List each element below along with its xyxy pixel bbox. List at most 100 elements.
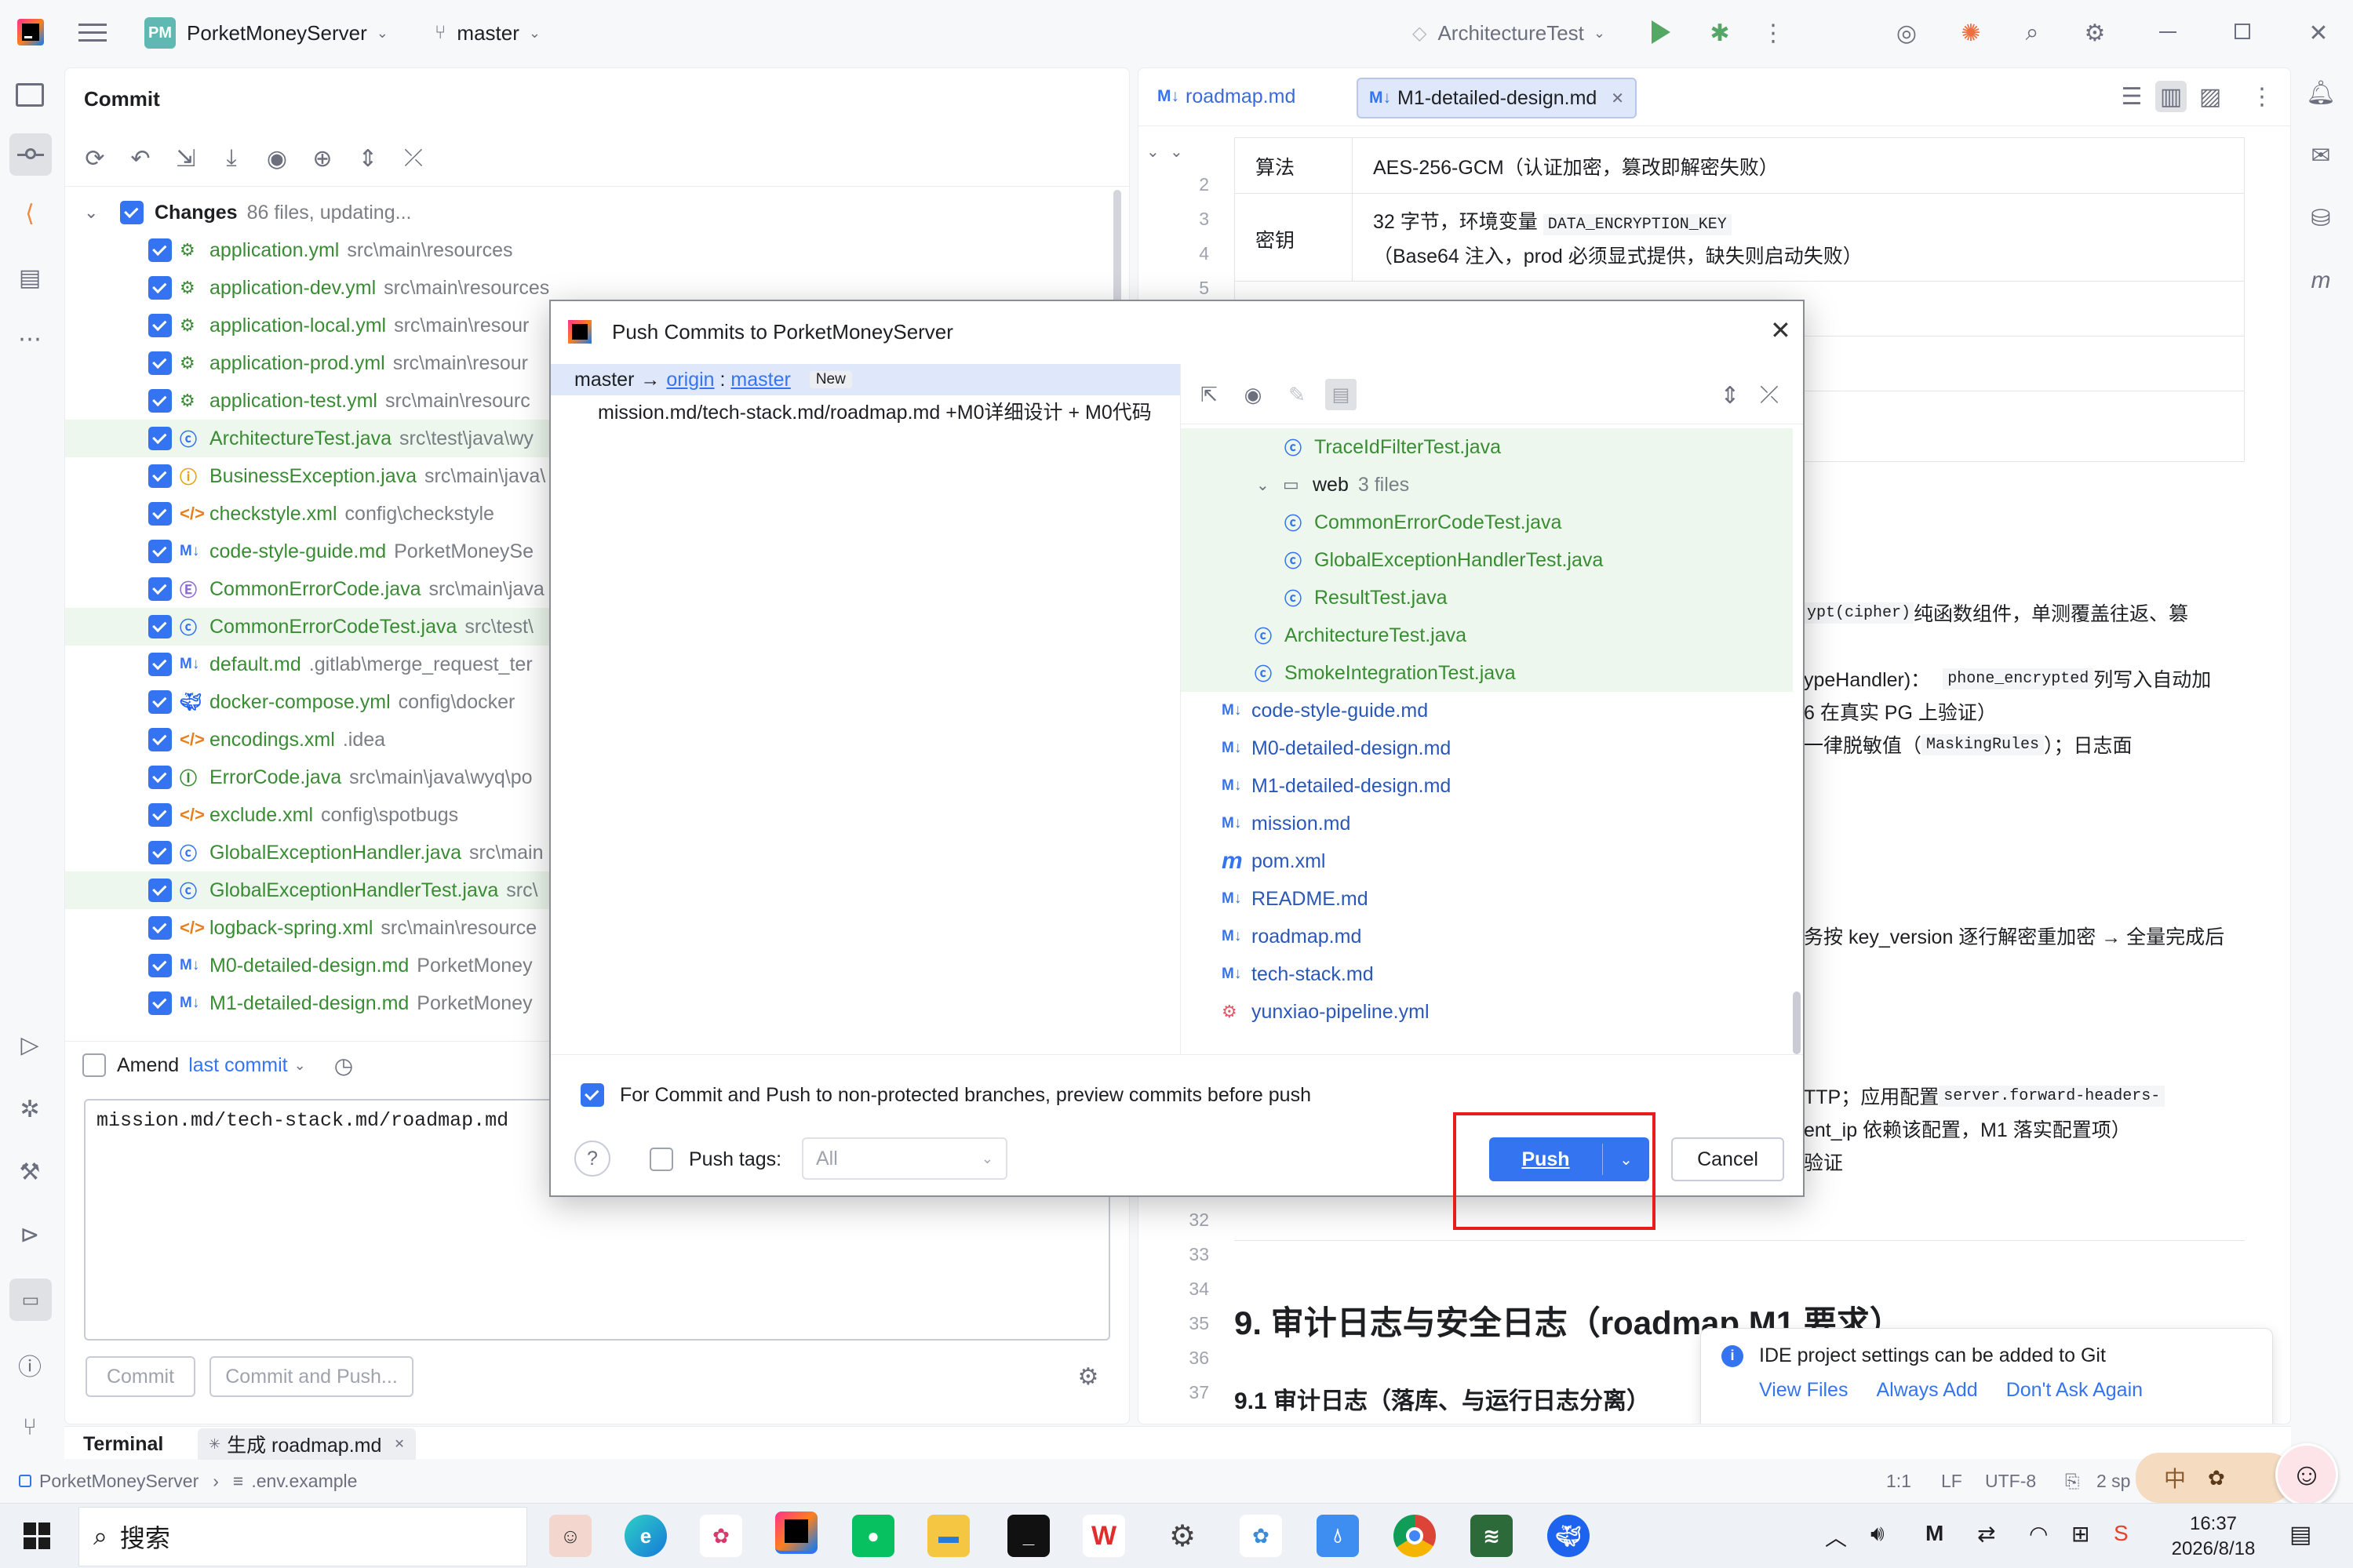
branch-selector[interactable]: ⑂ master ⌄	[435, 16, 541, 50]
indent-setting[interactable]: 2 sp	[2096, 1471, 2130, 1492]
fold-icon[interactable]: ⌄	[1146, 142, 1160, 162]
editor-more-icon[interactable]: ⋮	[2246, 81, 2278, 112]
file-checkbox[interactable]	[148, 879, 172, 902]
commit-button[interactable]: Commit	[86, 1356, 195, 1397]
file-checkbox[interactable]	[148, 690, 172, 714]
close-window-button[interactable]: ✕	[2303, 17, 2334, 49]
file-checkbox[interactable]	[148, 389, 172, 413]
list-item[interactable]: ⚙ application.yml src\main\resources	[65, 231, 1116, 269]
changes-group[interactable]: ⌄ Changes 86 files, updating...	[65, 194, 1116, 231]
preview-only-icon[interactable]: ▨	[2195, 81, 2226, 112]
view-options-icon[interactable]: ▤	[1325, 379, 1357, 410]
wechat-icon[interactable]: ●	[852, 1515, 894, 1557]
debug-tool-icon[interactable]: ✲	[14, 1093, 46, 1125]
docker-desktop-icon[interactable]: 🐳︎	[1547, 1515, 1590, 1557]
more-tools-icon[interactable]: ⋯	[14, 323, 46, 355]
push-options-chevron-icon[interactable]: ⌄	[1603, 1150, 1649, 1170]
file-explorer-icon[interactable]: ▬	[927, 1515, 970, 1557]
file-checkbox[interactable]	[148, 314, 172, 337]
cancel-button[interactable]: Cancel	[1671, 1137, 1784, 1181]
view-files-link[interactable]: View Files	[1759, 1379, 1848, 1402]
database-icon[interactable]: ⛁	[2305, 202, 2337, 234]
file-checkbox[interactable]	[148, 916, 172, 940]
refresh-icon[interactable]: ⟳	[79, 143, 111, 174]
pull-requests-icon[interactable]: ⟨	[14, 198, 46, 229]
tree-item[interactable]: M↓ M0-detailed-design.md	[1181, 729, 1793, 767]
close-tab-icon[interactable]: ✕	[394, 1436, 404, 1452]
file-checkbox[interactable]	[148, 991, 172, 1015]
tree-item[interactable]: M↓ roadmap.md	[1181, 918, 1793, 955]
show-diff-icon[interactable]: ◉	[1237, 379, 1269, 410]
preview-commits-checkbox[interactable]	[581, 1083, 604, 1107]
tree-item[interactable]: ⓒ GlobalExceptionHandlerTest.java	[1181, 541, 1793, 579]
file-checkbox[interactable]	[148, 577, 172, 601]
last-commit-link[interactable]: last commit	[188, 1054, 287, 1077]
tree-item[interactable]: ⌄ ▭ web 3 files	[1181, 466, 1793, 504]
droplet-app-icon[interactable]: 💧︎	[1317, 1515, 1359, 1557]
terminal-tool-icon[interactable]: ▭	[9, 1279, 52, 1321]
file-checkbox[interactable]	[148, 276, 172, 300]
push-tags-select[interactable]: All ⌄	[802, 1137, 1007, 1180]
terminal-label[interactable]: Terminal	[83, 1433, 163, 1456]
taskbar-search[interactable]: ⌕ 搜索	[78, 1507, 527, 1566]
run-icon[interactable]	[1652, 20, 1670, 44]
terminal-tab[interactable]: ✳ 生成 roadmap.md ✕	[198, 1428, 416, 1460]
tray-expand-icon[interactable]: ︿	[1825, 1521, 1847, 1552]
tree-item[interactable]: ⚙ yunxiao-pipeline.yml	[1181, 993, 1793, 1031]
tray-ime-icon[interactable]: S	[2114, 1521, 2129, 1546]
help-icon[interactable]: ?	[574, 1141, 610, 1177]
tree-item[interactable]: ⓒ ResultTest.java	[1181, 579, 1793, 617]
tree-item[interactable]: M↓ mission.md	[1181, 805, 1793, 842]
terminal-app-icon[interactable]: _	[1007, 1515, 1050, 1557]
debug-icon[interactable]: ✱	[1704, 17, 1736, 49]
editor-tab-active[interactable]: M↓ M1-detailed-design.md ✕	[1357, 78, 1637, 118]
commit-and-push-button[interactable]: Commit and Push...	[209, 1356, 413, 1397]
services-tool-icon[interactable]: ⊳	[14, 1219, 46, 1250]
file-checkbox[interactable]	[148, 766, 172, 789]
file-checkbox[interactable]	[148, 728, 172, 751]
file-checkbox[interactable]	[148, 540, 172, 563]
breadcrumb-project[interactable]: PorketMoneyServer	[39, 1471, 199, 1492]
tree-item[interactable]: m pom.xml	[1181, 842, 1793, 880]
rollback-icon[interactable]: ↶	[125, 143, 156, 174]
tree-item[interactable]: M↓ code-style-guide.md	[1181, 692, 1793, 729]
tree-item[interactable]: M↓ README.md	[1181, 880, 1793, 918]
restore-button[interactable]	[2235, 24, 2250, 39]
file-checkbox[interactable]	[148, 427, 172, 450]
line-separator[interactable]: LF	[1941, 1471, 1962, 1492]
more-actions-icon[interactable]: ⋮	[1757, 17, 1789, 49]
start-button[interactable]	[24, 1523, 50, 1549]
expand-all-icon[interactable]: ⇕	[1714, 380, 1746, 411]
commit-row[interactable]: mission.md/tech-stack.md/roadmap.md +M0详…	[551, 395, 1180, 427]
fold-icon[interactable]: ⌄	[1170, 142, 1183, 162]
file-checkbox[interactable]	[148, 841, 172, 864]
always-add-link[interactable]: Always Add	[1876, 1379, 1977, 1402]
project-tool-icon[interactable]	[16, 83, 44, 107]
collapse-all-icon[interactable]: ⤫	[1754, 380, 1785, 411]
main-menu-icon[interactable]	[78, 20, 107, 44]
ime-widget[interactable]: 中 ✿	[2136, 1453, 2293, 1503]
minimize-button[interactable]	[2159, 31, 2176, 33]
maven-icon[interactable]: m	[2305, 265, 2337, 297]
editor-only-icon[interactable]: ☰	[2116, 81, 2147, 112]
locate-icon[interactable]: ⊕	[307, 143, 338, 174]
qq-browser-icon[interactable]: ✿	[700, 1515, 742, 1557]
push-button[interactable]: Push ⌄	[1489, 1137, 1649, 1181]
volume-icon[interactable]: 🔊︎	[1870, 1521, 1885, 1547]
project-selector[interactable]: PM PorketMoneyServer ⌄	[144, 16, 388, 50]
branch-row[interactable]: master → origin : master New	[551, 364, 1180, 395]
editor-tab[interactable]: M↓ roadmap.md	[1157, 79, 1295, 114]
file-checkbox[interactable]	[148, 238, 172, 262]
file-encoding[interactable]: UTF-8	[1985, 1471, 2036, 1492]
ai-assistant-icon[interactable]: ◎	[1891, 17, 1922, 49]
breadcrumb-file[interactable]: .env.example	[251, 1471, 357, 1492]
build-tool-icon[interactable]: ⚒	[14, 1156, 46, 1188]
avatar-app-icon[interactable]: ☺	[549, 1515, 592, 1557]
show-diff-icon[interactable]: ◉	[261, 143, 293, 174]
tree-item[interactable]: ⓒ TraceIdFilterTest.java	[1181, 428, 1793, 466]
remote-link[interactable]: origin	[666, 369, 714, 391]
collapse-all-icon[interactable]: ⤫	[398, 143, 429, 174]
file-checkbox[interactable]	[148, 803, 172, 827]
settings-icon[interactable]: ⚙	[2079, 17, 2111, 49]
expand-all-icon[interactable]: ⇕	[352, 143, 384, 174]
